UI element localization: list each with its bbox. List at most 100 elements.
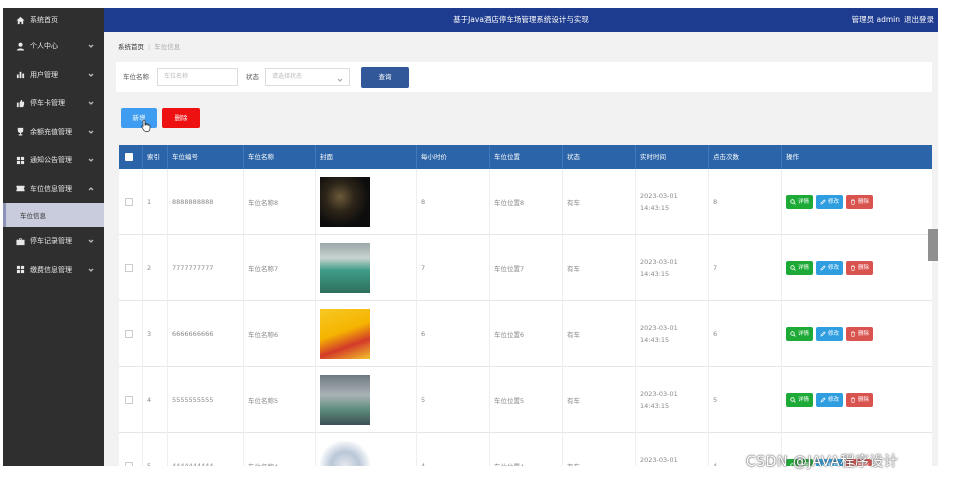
- cell-clicks: 5: [709, 367, 782, 433]
- sidebar-item-home[interactable]: 系统首页: [3, 8, 104, 32]
- cell-name: 车位名称6: [244, 301, 316, 367]
- breadcrumb-separator: |: [148, 43, 151, 51]
- bar-chart-icon: [15, 70, 25, 80]
- trash-icon: [851, 331, 856, 337]
- cell-index: 3: [143, 301, 168, 367]
- search-icon: [790, 331, 796, 337]
- header-location: 车位位置: [490, 145, 563, 169]
- sidebar-item-label: 通知公告管理: [30, 156, 72, 165]
- edit-icon: [820, 265, 826, 271]
- cell-name: 车位名称8: [244, 169, 316, 235]
- detail-button[interactable]: 详情: [786, 327, 814, 341]
- detail-label: 详情: [798, 199, 810, 205]
- header-actions: 操作: [786, 153, 799, 161]
- sidebar-item-notice[interactable]: 通知公告管理: [3, 146, 104, 175]
- search-icon: [790, 199, 796, 205]
- cell-price: 8: [417, 169, 490, 235]
- header-time: 实时时间: [636, 145, 709, 169]
- app-title: 基于Java酒店停车场管理系统设计与实现: [453, 15, 589, 24]
- cell-location: 车位位置8: [490, 169, 563, 235]
- edit-button[interactable]: 修改: [816, 195, 844, 209]
- row-checkbox-cell: [119, 301, 143, 367]
- row-delete-button[interactable]: 删除: [846, 195, 874, 209]
- sidebar-item-parking-records[interactable]: 停车记录管理: [3, 227, 104, 256]
- cell-name: 车位名称5: [244, 367, 316, 433]
- underground-garage-photo: [320, 375, 370, 425]
- cell-location: 车位位置6: [490, 301, 563, 367]
- parking-cartoon-photo: [320, 441, 370, 466]
- cell-location: 车位位置4: [490, 433, 563, 466]
- row-checkbox[interactable]: [125, 330, 133, 338]
- detail-label: 详情: [798, 265, 810, 271]
- sidebar-item-label: 停车记录管理: [30, 237, 72, 246]
- sidebar-item-label: 缴费信息管理: [30, 265, 72, 274]
- sidebar-item-parking-card[interactable]: 停车卡管理: [3, 89, 104, 118]
- search-icon: [790, 265, 796, 271]
- row-checkbox[interactable]: [125, 396, 133, 404]
- detail-button[interactable]: 详情: [786, 393, 814, 407]
- sidebar-item-users[interactable]: 用户管理: [3, 61, 104, 90]
- row-delete-button[interactable]: 删除: [846, 327, 874, 341]
- status-select[interactable]: 请选择状态: [265, 68, 350, 86]
- detail-label: 详情: [798, 397, 810, 403]
- sidebar-item-recharge[interactable]: 余额充值管理: [3, 118, 104, 147]
- cell-code: 7777777777: [168, 235, 244, 301]
- cell-status: 有车: [563, 235, 636, 301]
- edit-button[interactable]: 修改: [816, 393, 844, 407]
- cell-location: 车位位置7: [490, 235, 563, 301]
- search-button[interactable]: 查询: [361, 67, 409, 88]
- sidebar: 系统首页 个人中心 用户管理 停车卡管理 余额充值管理 通知公告管理 车位信息管…: [3, 8, 104, 466]
- sidebar-item-space-info[interactable]: 车位信息管理: [3, 175, 104, 204]
- delete-button[interactable]: 删除: [162, 108, 200, 128]
- row-checkbox[interactable]: [125, 198, 133, 206]
- header-status: 状态: [563, 145, 636, 169]
- cell-index: 2: [143, 235, 168, 301]
- header-user-area: 管理员 admin 退出登录: [848, 8, 934, 32]
- row-delete-button[interactable]: 删除: [846, 393, 874, 407]
- cell-cover: [316, 433, 417, 466]
- ticket-icon: [15, 184, 25, 194]
- select-all-checkbox[interactable]: [125, 153, 133, 161]
- main-content: 系统首页 | 车位信息 车位名称 车位名称 状态 请选择状态 查询 新增 删除 索引…: [104, 32, 938, 466]
- scrollbar-thumb[interactable]: [928, 229, 938, 261]
- sidebar-item-label: 停车卡管理: [30, 99, 65, 108]
- breadcrumb-current: 车位信息: [154, 43, 181, 51]
- user-icon: [15, 41, 25, 51]
- sidebar-item-payments[interactable]: 缴费信息管理: [3, 256, 104, 285]
- sidebar-item-personal[interactable]: 个人中心: [3, 32, 104, 61]
- chevron-down-icon: [88, 43, 94, 49]
- cell-cover: [316, 367, 417, 433]
- edit-button[interactable]: 修改: [816, 327, 844, 341]
- cell-time: 2023-03-01 14:43:15: [636, 235, 709, 301]
- trophy-icon: [15, 127, 25, 137]
- cell-time: 2023-03-01 14:43:15: [636, 169, 709, 235]
- cell-name: 车位名称4: [244, 433, 316, 466]
- header-cover: 封面: [316, 145, 417, 169]
- home-icon: [15, 15, 25, 25]
- row-delete-button[interactable]: 删除: [846, 261, 874, 275]
- space-name-input[interactable]: 车位名称: [157, 68, 238, 86]
- edit-button[interactable]: 修改: [816, 261, 844, 275]
- row-checkbox-cell: [119, 433, 143, 466]
- cell-clicks: 7: [709, 235, 782, 301]
- header-index: 索引: [143, 145, 168, 169]
- sidebar-item-label: 系统首页: [30, 16, 58, 24]
- sidebar-item-label: 个人中心: [30, 42, 58, 51]
- row-checkbox[interactable]: [125, 264, 133, 272]
- detail-button[interactable]: 详情: [786, 195, 814, 209]
- edit-label: 修改: [828, 331, 840, 337]
- space-info-table: 索引 车位编号 车位名称 封面 每小时价 车位位置 状态 实时时间 点击次数 操…: [119, 145, 932, 466]
- app-frame: 系统首页 个人中心 用户管理 停车卡管理 余额充值管理 通知公告管理 车位信息管…: [3, 8, 938, 466]
- sidebar-subitem-space-info[interactable]: 车位信息: [3, 203, 104, 227]
- row-delete-label: 删除: [858, 397, 870, 403]
- detail-button[interactable]: 详情: [786, 261, 814, 275]
- cell-price: 7: [417, 235, 490, 301]
- row-checkbox[interactable]: [125, 462, 133, 466]
- breadcrumb-home[interactable]: 系统首页: [118, 43, 144, 51]
- table-header: 索引 车位编号 车位名称 封面 每小时价 车位位置 状态 实时时间 点击次数 操…: [119, 145, 932, 169]
- chevron-down-icon: [88, 238, 94, 244]
- add-button[interactable]: 新增: [121, 108, 157, 128]
- chevron-down-icon: [337, 74, 343, 82]
- yellow-parking-sign-photo: [320, 309, 370, 359]
- logout-link[interactable]: 退出登录: [904, 15, 934, 24]
